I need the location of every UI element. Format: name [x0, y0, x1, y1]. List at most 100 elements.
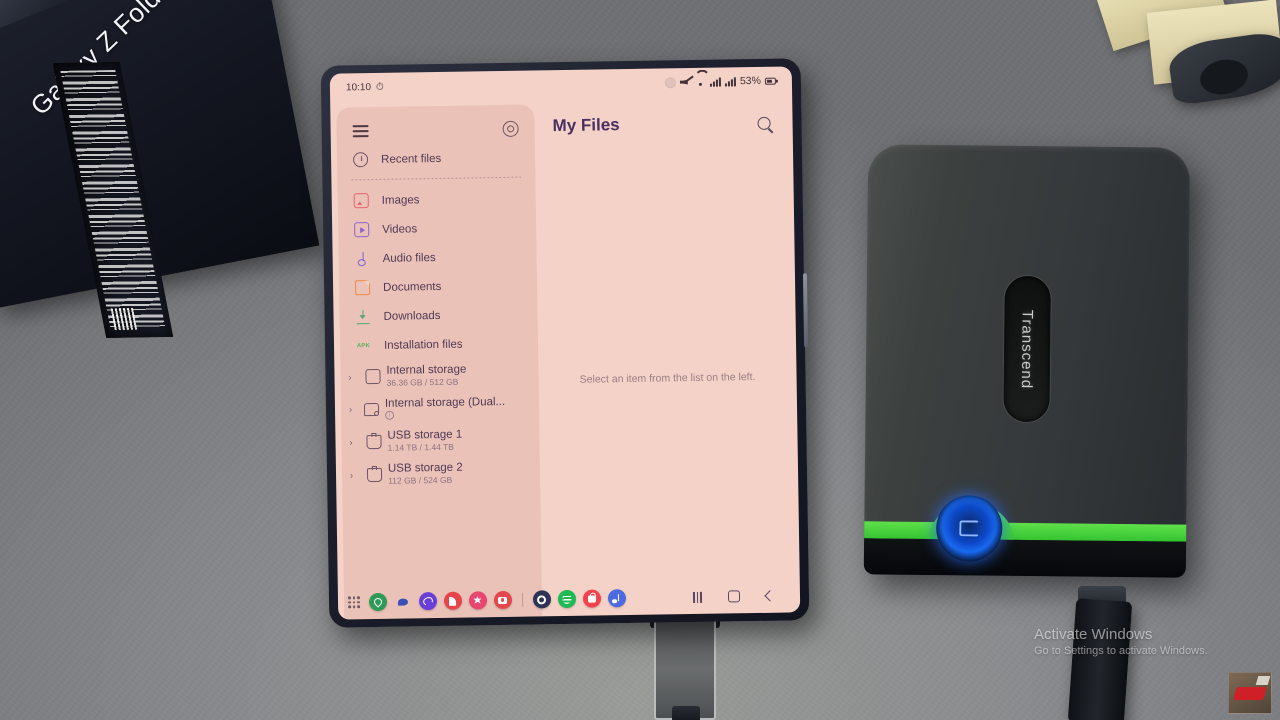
storage-size: 1.14 TB / 1.44 TB: [387, 441, 455, 453]
download-icon: [355, 309, 370, 325]
sidebar-item-internal-storage[interactable]: › Internal storage 36.36 GB / 512 GB: [340, 357, 538, 393]
phone-app-icon[interactable]: [368, 592, 387, 612]
usb-cable: [1067, 598, 1133, 720]
chevron-right-icon[interactable]: ›: [350, 470, 359, 480]
mute-icon: [680, 77, 691, 86]
my-files-app: Recent files Images Videos Audio files D…: [330, 94, 800, 620]
storage-name: USB storage 2: [387, 461, 463, 475]
storage-name: USB storage 1: [387, 428, 463, 442]
sidebar-item-label: Downloads: [383, 309, 441, 323]
settings-app-icon[interactable]: [532, 590, 551, 609]
sidebar: Recent files Images Videos Audio files D…: [336, 104, 543, 620]
windows-activation-watermark: Activate Windows Go to Settings to activ…: [1034, 626, 1208, 657]
battery-percent: 53%: [739, 74, 762, 88]
drive-power-button: [935, 495, 1003, 562]
sidebar-item-documents[interactable]: Documents: [339, 270, 537, 302]
hamburger-icon[interactable]: [352, 125, 369, 138]
battery-icon: [764, 77, 776, 85]
sidebar-item-usb-storage-2[interactable]: › USB storage 2 112 GB / 524 GB: [342, 455, 540, 491]
content-header: My Files: [534, 94, 793, 136]
empty-state-message: Select an item from the list on the left…: [579, 371, 756, 386]
usb-storage-icon: [366, 434, 382, 449]
sidebar-header: [336, 110, 534, 145]
alarm-icon: ⏱: [375, 81, 384, 93]
sd-storage-icon: [363, 402, 380, 416]
phone-screen: 10:10 ⏱ 53% Recent files Images Videos A…: [329, 66, 801, 620]
shopping-app-icon[interactable]: [582, 589, 601, 608]
search-icon[interactable]: [757, 116, 771, 130]
galaxy-z-fold-device: 10:10 ⏱ 53% Recent files Images Videos A…: [320, 58, 810, 628]
wifi-icon: [695, 78, 706, 86]
storage-size: 36.36 GB / 512 GB: [386, 376, 459, 388]
back-button[interactable]: [764, 590, 776, 602]
sidebar-item-videos[interactable]: Videos: [338, 212, 536, 244]
gear-icon[interactable]: [502, 120, 519, 137]
messages-app-icon[interactable]: [393, 592, 411, 610]
status-bar-right: 53%: [664, 74, 776, 89]
recents-button[interactable]: [693, 591, 703, 603]
sidebar-item-label: Installation files: [383, 338, 463, 352]
usb-c-adapter: [654, 618, 716, 720]
taskbar-divider: [521, 592, 523, 607]
sidebar-item-internal-storage-dual[interactable]: › Internal storage (Dual...: [341, 390, 539, 425]
flipboard-app-icon[interactable]: [443, 591, 462, 610]
image-icon: [353, 193, 369, 209]
camera-app-icon[interactable]: [493, 590, 512, 610]
sidebar-item-downloads[interactable]: Downloads: [339, 299, 537, 331]
usb-storage-icon: [366, 467, 383, 482]
status-bar-left: 10:10 ⏱: [346, 81, 384, 93]
drive-base: [863, 538, 1187, 578]
video-icon: [354, 222, 370, 238]
phone-bezel: 10:10 ⏱ 53% Recent files Images Videos A…: [320, 58, 810, 628]
taskbar: [338, 578, 800, 619]
red-key: [1233, 687, 1267, 700]
drive-brand-label: Transcend: [1018, 309, 1037, 389]
music-app-icon[interactable]: [607, 589, 626, 608]
home-button[interactable]: [727, 590, 741, 603]
drive-brand-badge: Transcend: [1003, 275, 1051, 423]
usb-adapter-cord: [672, 706, 700, 720]
watermark-subtitle: Go to Settings to activate Windows.: [1034, 645, 1208, 657]
sidebar-item-audio-files[interactable]: Audio files: [338, 241, 536, 273]
external-hard-drive: Transcend: [863, 144, 1191, 578]
camera-punch-hole: [664, 76, 676, 88]
spotify-app-icon[interactable]: [557, 589, 576, 609]
watermark-title: Activate Windows: [1034, 626, 1153, 643]
dual-signal-icon: [724, 76, 736, 86]
internet-app-icon[interactable]: [418, 592, 437, 611]
phone-storage-icon: [365, 368, 381, 385]
info-icon[interactable]: [385, 410, 395, 420]
white-key: [1255, 676, 1271, 685]
chevron-right-icon[interactable]: ›: [349, 404, 358, 414]
signal-icon: [709, 77, 721, 87]
audio-icon: [355, 251, 370, 266]
sidebar-item-label: Videos: [382, 222, 418, 236]
qr-code: [110, 307, 138, 330]
chevron-right-icon[interactable]: ›: [348, 372, 357, 382]
box-sheen: [0, 0, 78, 53]
status-time: 10:10: [345, 81, 372, 93]
app-grid-icon[interactable]: [347, 596, 360, 609]
gallery-app-icon[interactable]: [468, 591, 487, 610]
sidebar-item-usb-storage-1[interactable]: › USB storage 1 1.14 TB / 1.44 TB: [341, 422, 539, 458]
chevron-right-icon[interactable]: ›: [349, 437, 358, 447]
storage-name: Internal storage: [386, 363, 467, 377]
content-pane: My Files Select an item from the list on…: [534, 94, 800, 616]
storage-name: Internal storage (Dual...: [384, 395, 506, 410]
sidebar-item-images[interactable]: Images: [338, 183, 536, 215]
sidebar-item-label: Recent files: [380, 152, 442, 166]
keyboard-thumbnail: [1228, 672, 1272, 714]
sidebar-item-label: Images: [381, 193, 420, 207]
navigation-bar: [693, 589, 790, 603]
taskbar-apps: [347, 588, 693, 612]
storage-size: 112 GB / 524 GB: [388, 474, 453, 486]
page-title: My Files: [552, 115, 620, 136]
sidebar-divider: [351, 176, 522, 181]
sidebar-item-recent-files[interactable]: Recent files: [337, 142, 535, 174]
sidebar-item-label: Audio files: [382, 251, 436, 265]
sidebar-item-label: Documents: [383, 280, 442, 294]
sidebar-item-installation-files[interactable]: APK Installation files: [340, 328, 538, 360]
apk-icon: APK: [356, 342, 371, 349]
document-icon: [354, 280, 371, 296]
clock-icon: [352, 152, 369, 168]
